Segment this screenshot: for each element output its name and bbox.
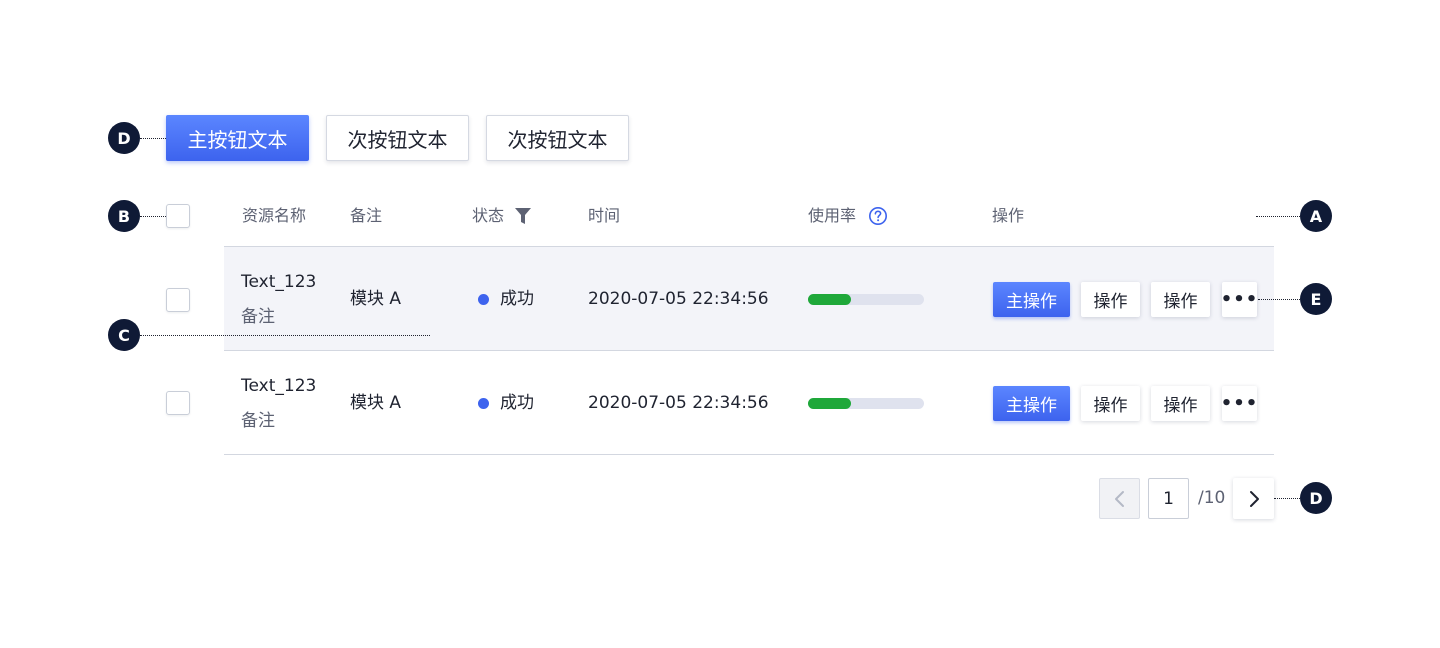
pagination-next-button[interactable] bbox=[1233, 478, 1274, 519]
annotation-marker-b: B bbox=[108, 200, 140, 232]
column-header-time: 时间 bbox=[588, 206, 621, 225]
row-checkbox[interactable] bbox=[166, 288, 190, 312]
column-header-name: 资源名称 bbox=[242, 206, 307, 225]
time-cell: 2020-07-05 22:34:56 bbox=[588, 393, 769, 413]
annotation-marker-c: C bbox=[108, 319, 140, 351]
resource-note: 备注 bbox=[241, 411, 275, 431]
filter-icon[interactable] bbox=[514, 207, 532, 225]
resource-note: 备注 bbox=[241, 307, 275, 327]
time-cell: 2020-07-05 22:34:56 bbox=[588, 289, 769, 309]
more-actions-icon[interactable]: ••• bbox=[1221, 386, 1257, 421]
help-circle-icon[interactable] bbox=[868, 206, 888, 226]
annotation-leader bbox=[140, 335, 430, 336]
row-action-button-2[interactable]: 操作 bbox=[1151, 386, 1210, 421]
pagination-prev-button[interactable] bbox=[1099, 478, 1140, 519]
annotation-marker-a: A bbox=[1300, 200, 1332, 232]
secondary-button-2[interactable]: 次按钮文本 bbox=[486, 115, 629, 161]
usage-progress-fill bbox=[808, 294, 851, 305]
status-dot-icon bbox=[478, 398, 489, 409]
module-cell: 模块 A bbox=[350, 393, 402, 413]
row-action-button-2[interactable]: 操作 bbox=[1151, 282, 1210, 317]
usage-progress-bar bbox=[808, 398, 924, 409]
annotation-leader bbox=[140, 138, 166, 139]
usage-progress-fill bbox=[808, 398, 851, 409]
row-action-button-1[interactable]: 操作 bbox=[1081, 386, 1140, 421]
select-all-checkbox[interactable] bbox=[166, 204, 190, 228]
column-header-note: 备注 bbox=[350, 206, 383, 225]
column-header-status: 状态 bbox=[472, 206, 505, 225]
column-header-usage: 使用率 bbox=[808, 206, 857, 225]
annotation-marker-e: E bbox=[1300, 283, 1332, 315]
status-dot-icon bbox=[478, 294, 489, 305]
annotation-leader bbox=[140, 216, 166, 217]
table-bottom-divider bbox=[224, 454, 1274, 455]
primary-button[interactable]: 主按钮文本 bbox=[166, 115, 309, 161]
page-total: /10 bbox=[1198, 488, 1226, 508]
row-checkbox[interactable] bbox=[166, 391, 190, 415]
resource-name: Text_123 bbox=[241, 376, 317, 396]
status-text: 成功 bbox=[500, 289, 534, 309]
annotation-leader bbox=[1256, 216, 1300, 217]
module-cell: 模块 A bbox=[350, 289, 402, 309]
row-primary-action-button[interactable]: 主操作 bbox=[993, 386, 1070, 421]
annotation-marker-d-toolbar: D bbox=[108, 122, 140, 154]
row-primary-action-button[interactable]: 主操作 bbox=[993, 282, 1070, 317]
resource-name: Text_123 bbox=[241, 272, 317, 292]
usage-progress-bar bbox=[808, 294, 924, 305]
more-actions-icon[interactable]: ••• bbox=[1221, 282, 1257, 317]
annotation-marker-d-pagination: D bbox=[1300, 482, 1332, 514]
chevron-right-icon bbox=[1249, 490, 1259, 507]
row-action-button-1[interactable]: 操作 bbox=[1081, 282, 1140, 317]
secondary-button-1[interactable]: 次按钮文本 bbox=[326, 115, 469, 161]
status-text: 成功 bbox=[500, 393, 534, 413]
chevron-left-icon bbox=[1114, 490, 1124, 507]
annotation-leader bbox=[1258, 299, 1300, 300]
annotation-leader bbox=[1274, 498, 1300, 499]
column-header-actions: 操作 bbox=[992, 206, 1025, 225]
page-number-input[interactable]: 1 bbox=[1148, 478, 1189, 519]
